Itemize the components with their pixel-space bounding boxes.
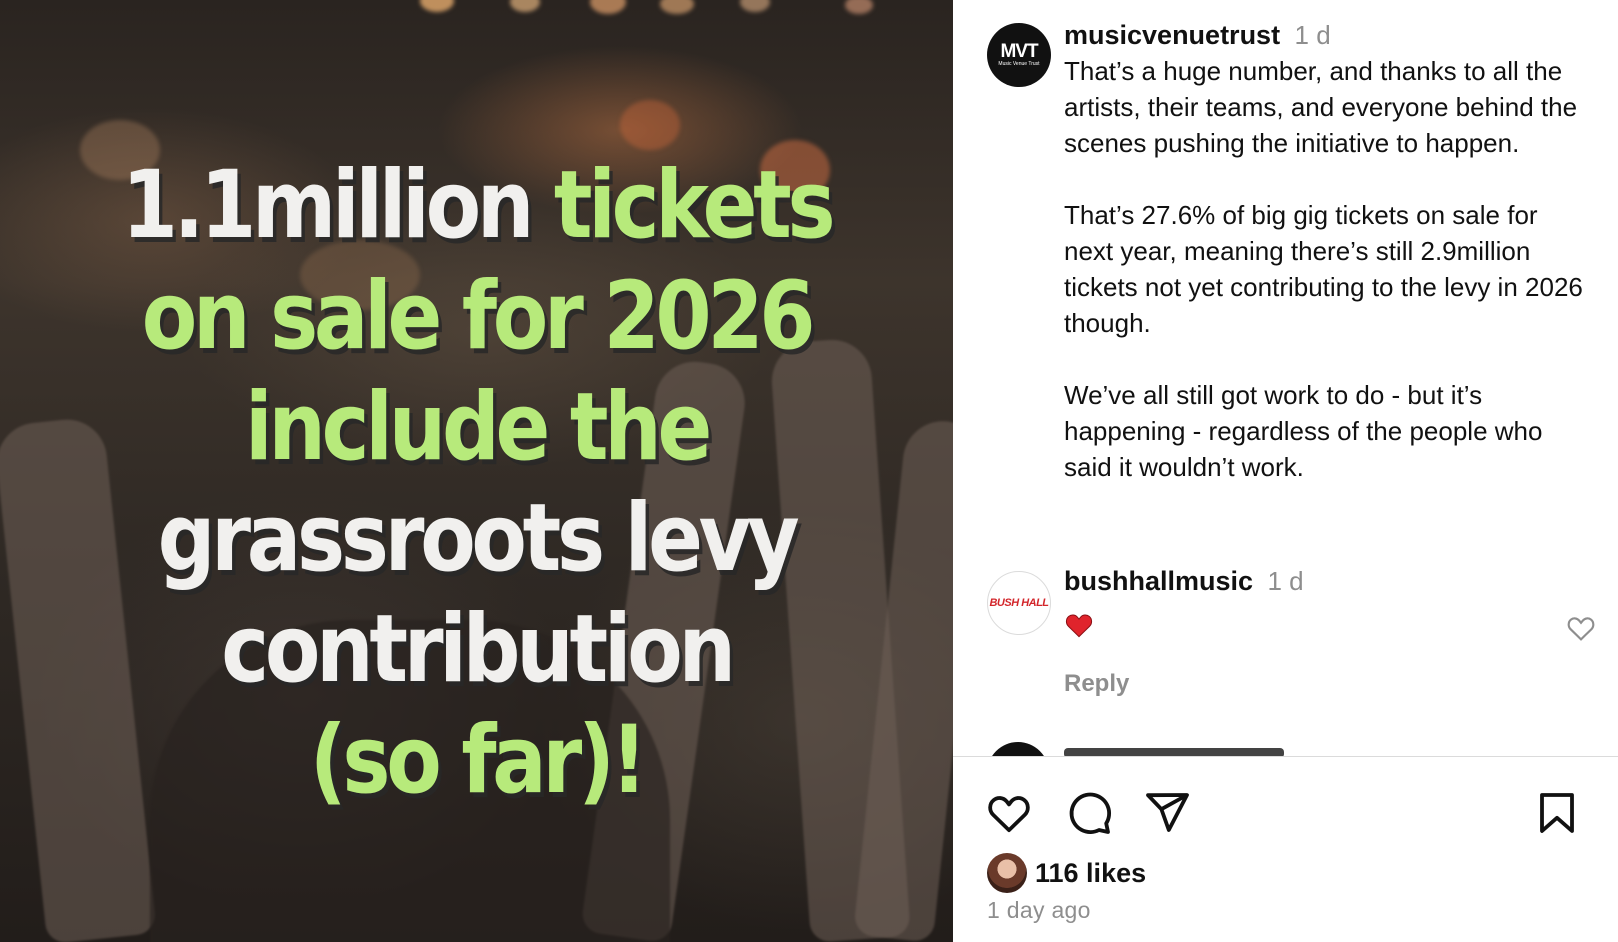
post-image-text-line: on sale for 2026 [67,261,887,372]
next-comment-avatar[interactable] [987,742,1049,756]
caption-text: That’s a huge number, and thanks to all … [1064,56,1583,482]
post-image-text-segment: on sale for 2026 [141,262,816,371]
action-bar: 116 likes 1 day ago [953,757,1618,942]
post-image-text-segment: tickets [553,151,836,260]
bokeh-light [510,0,540,12]
next-comment-peek [1064,748,1284,756]
post-image-text-segment: 1.1million [121,151,554,260]
comment-time[interactable]: 1 d [1268,566,1304,596]
post-image-text-segment: (so far)! [309,706,648,815]
post-image-text-line: (so far)! [67,705,887,816]
comment: BUSH HALL bushhallmusic 1 d Reply [987,566,1597,697]
avatar-logo: MVT [1000,41,1038,62]
caption-time[interactable]: 1 d [1295,20,1331,50]
commenter-avatar[interactable]: BUSH HALL [987,571,1051,635]
bokeh-light [845,0,873,14]
post-timestamp[interactable]: 1 day ago [987,897,1091,924]
post-panel: MVT Music Venue Trust musicvenuetrust 1 … [953,0,1618,942]
post-image-text-segment: contribution [221,595,736,704]
liker-avatar[interactable] [987,853,1027,893]
bokeh-light [420,0,454,12]
avatar-logo: BUSH HALL [989,597,1049,609]
author-username[interactable]: musicvenuetrust [1064,20,1280,50]
comment-like-heart-icon[interactable] [1565,612,1597,644]
likes-row: 116 likes [987,853,1146,893]
heart-icon[interactable] [985,789,1033,837]
post-image-text-line: include the [67,372,887,483]
comments-scroll-area[interactable]: MVT Music Venue Trust musicvenuetrust 1 … [953,0,1618,756]
reply-button[interactable]: Reply [1064,670,1129,698]
comment-icon[interactable] [1065,789,1113,837]
post-image-text-segment: include the [244,373,712,482]
post-image-text-line: contribution [67,594,887,705]
bokeh-light [740,0,770,12]
bookmark-icon[interactable] [1533,789,1581,837]
author-avatar[interactable]: MVT Music Venue Trust [987,23,1051,87]
post-image-text-line: grassroots levy [67,483,887,594]
post-image-text-segment: grassroots levy [157,484,800,593]
caption-body: musicvenuetrust 1 d That’s a huge number… [1064,20,1584,485]
post-image-text: 1.1million tickets on sale for 2026 includ… [67,150,887,816]
bokeh-light [660,0,694,14]
red-heart-emoji [1065,614,1093,638]
comment-body: bushhallmusic 1 d Reply [1064,566,1544,697]
post-image-text-line: 1.1million tickets [67,150,887,261]
likes-count[interactable]: 116 likes [1035,858,1146,889]
bokeh-light [590,0,626,14]
bokeh-light [620,100,680,150]
comment-username[interactable]: bushhallmusic [1064,566,1253,596]
avatar-logo-sub: Music Venue Trust [998,61,1040,67]
post-image[interactable]: 1.1million tickets on sale for 2026 includ… [0,0,953,942]
share-icon[interactable] [1143,789,1191,837]
